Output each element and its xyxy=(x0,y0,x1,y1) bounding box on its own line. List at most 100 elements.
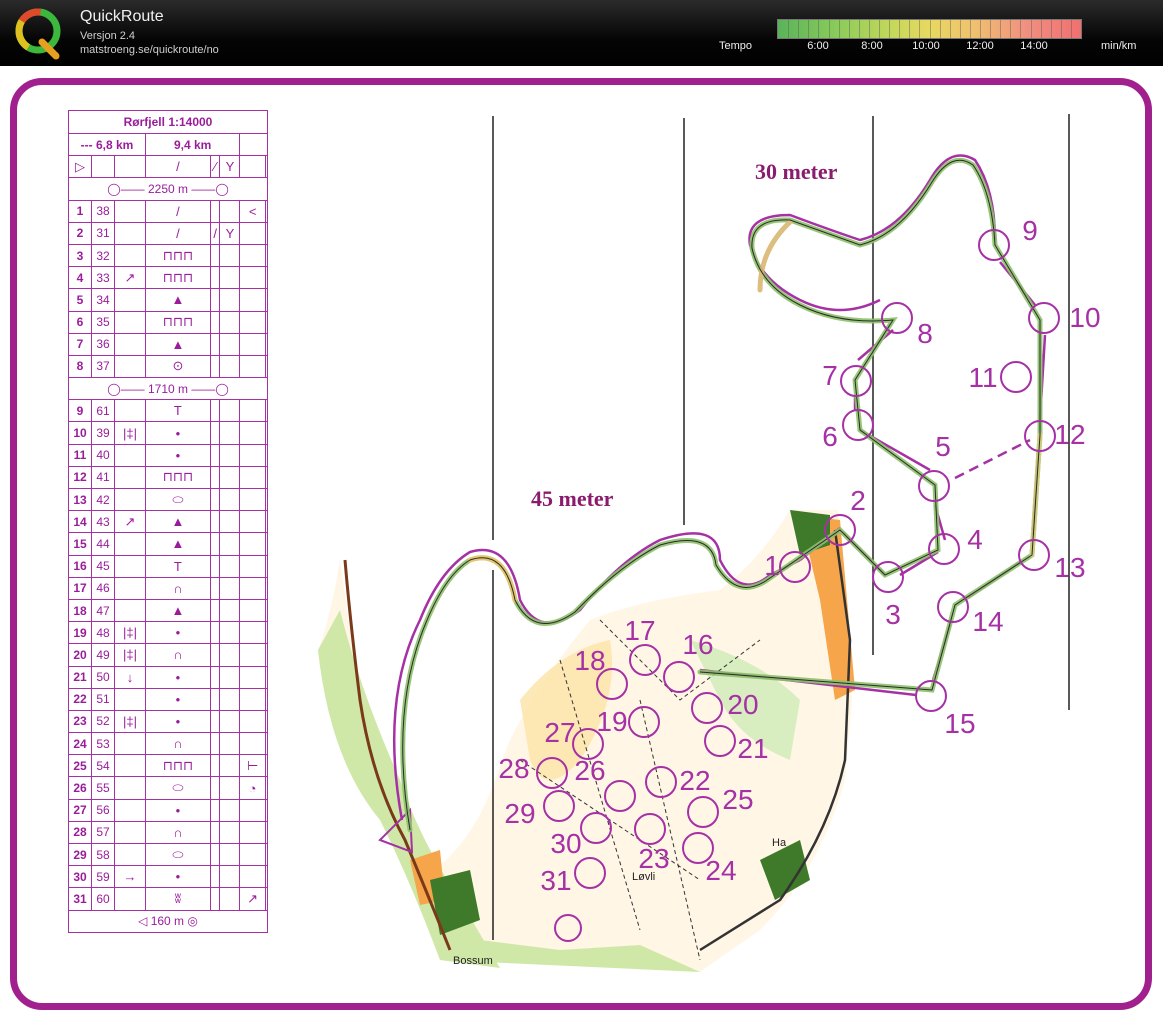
dimension-symbol xyxy=(219,465,241,490)
pace-scale-tick xyxy=(949,20,951,38)
control-row: 5 34 ▲ xyxy=(68,288,269,312)
feature-symbol: ⬭ xyxy=(144,842,211,867)
app-url[interactable]: matstroeng.se/quickroute/no xyxy=(80,44,219,56)
control-number-label: 8 xyxy=(917,318,933,349)
pace-scale-tick xyxy=(909,20,911,38)
control-row: 25 54 ⊓⊓⊓ ⊢ xyxy=(68,754,269,778)
feature-symbol: ⊓⊓⊓ xyxy=(144,465,211,490)
place-label-lovli: Løvli xyxy=(632,871,655,883)
appearance-symbol xyxy=(209,399,221,423)
control-number: 26 xyxy=(68,776,92,800)
place-label-bossum: Bossum xyxy=(453,955,493,967)
location-symbol xyxy=(239,709,266,734)
feature-symbol: ∩ xyxy=(144,820,211,845)
control-row: 23 52 |‡| • xyxy=(68,709,269,734)
control-row: 3 32 ⊓⊓⊓ xyxy=(68,243,269,268)
climb-label-30: 30 meter xyxy=(755,159,838,184)
other-info-cell xyxy=(264,621,269,645)
empty-cell xyxy=(239,155,266,179)
direction-symbol xyxy=(114,820,146,845)
control-number: 9 xyxy=(68,399,92,423)
direction-symbol xyxy=(114,598,146,623)
pace-scale-tick xyxy=(1030,20,1032,38)
control-code: 53 xyxy=(91,732,115,756)
other-info-cell xyxy=(264,842,269,867)
location-symbol xyxy=(239,621,266,645)
control-number-label: 11 xyxy=(968,362,997,393)
control-number: 7 xyxy=(68,332,92,356)
control-number: 17 xyxy=(68,576,92,600)
dimension-symbol xyxy=(219,865,241,889)
control-row: 10 39 |‡| • xyxy=(68,421,269,445)
dimension-symbol xyxy=(219,598,241,623)
control-number-label: 27 xyxy=(544,717,575,748)
control-number-label: 12 xyxy=(1054,419,1085,450)
control-number: 8 xyxy=(68,354,92,379)
dimension-symbol xyxy=(219,266,241,290)
control-code: 36 xyxy=(91,332,115,356)
control-number-label: 23 xyxy=(638,843,669,874)
control-code: 52 xyxy=(91,709,115,734)
feature-symbol: / xyxy=(144,221,211,245)
appearance-symbol xyxy=(209,421,221,445)
other-info-cell xyxy=(264,288,269,312)
control-number-label: 18 xyxy=(574,645,605,676)
feature-symbol: ∩ xyxy=(144,732,211,756)
control-row: 6 35 ⊓⊓⊓ xyxy=(68,310,269,334)
appearance-symbol xyxy=(209,865,221,889)
other-info-cell xyxy=(264,421,269,445)
appearance-symbol xyxy=(209,754,221,778)
location-symbol xyxy=(239,554,266,578)
location-symbol xyxy=(239,465,266,490)
control-code: 32 xyxy=(91,243,115,268)
control-row: 15 44 ▲ xyxy=(68,532,269,556)
other-info-cell xyxy=(264,776,269,800)
direction-symbol xyxy=(114,732,146,756)
dimension-symbol xyxy=(219,709,241,734)
pace-tick-label: 14:00 xyxy=(1020,40,1048,52)
course-length-right: 9,4 km xyxy=(144,132,241,157)
control-number-label: 3 xyxy=(885,599,901,630)
dimension-symbol: Y xyxy=(219,221,241,245)
direction-symbol xyxy=(114,776,146,800)
direction-symbol xyxy=(114,576,146,600)
dimension-symbol xyxy=(219,754,241,778)
location-symbol xyxy=(239,798,266,822)
control-number: 31 xyxy=(68,887,92,911)
control-number-label: 26 xyxy=(574,755,605,786)
direction-symbol: ↗ xyxy=(114,510,146,534)
control-number-label: 21 xyxy=(737,733,768,764)
location-symbol xyxy=(239,687,266,711)
control-row: 26 55 ⬭ ◔ xyxy=(68,776,269,800)
control-code: 48 xyxy=(91,621,115,645)
empty-cell xyxy=(91,155,115,179)
control-code: 60 xyxy=(91,887,115,911)
direction-symbol xyxy=(114,465,146,490)
appearance-symbol xyxy=(209,532,221,556)
other-info-cell xyxy=(264,487,269,512)
location-symbol xyxy=(239,665,266,689)
location-symbol xyxy=(239,732,266,756)
feature-symbol: • xyxy=(144,798,211,822)
leg-distance-1: ◯—— 2250 m ——◯ xyxy=(68,177,268,201)
control-number-label: 19 xyxy=(596,706,627,737)
control-circle xyxy=(1000,361,1032,393)
dimension-symbol xyxy=(219,532,241,556)
pace-scale-tick xyxy=(929,20,931,38)
control-number-label: 13 xyxy=(1054,552,1085,583)
other-info-cell xyxy=(264,443,269,467)
direction-symbol xyxy=(114,887,146,911)
control-number-label: 16 xyxy=(682,629,713,660)
other-info-cell xyxy=(264,199,269,223)
pace-scale-tick xyxy=(828,20,830,38)
feature-symbol: / xyxy=(144,199,211,223)
dimension-symbol xyxy=(219,820,241,845)
control-rows-group-1: 1 38/<2 31// Y 3 32 ⊓⊓⊓ 4 33 ↗ ⊓⊓⊓ 5 34 ▲ 6 35 ⊓⊓⊓ 7 36 ▲ 8 3… xyxy=(68,199,269,379)
control-row: 28 57 ∩ xyxy=(68,820,269,845)
direction-symbol xyxy=(114,554,146,578)
control-number: 11 xyxy=(68,443,92,467)
appearance-symbol xyxy=(209,709,221,734)
control-code: 56 xyxy=(91,798,115,822)
pace-scale-tick xyxy=(889,20,891,38)
control-number-label: 30 xyxy=(550,828,581,859)
